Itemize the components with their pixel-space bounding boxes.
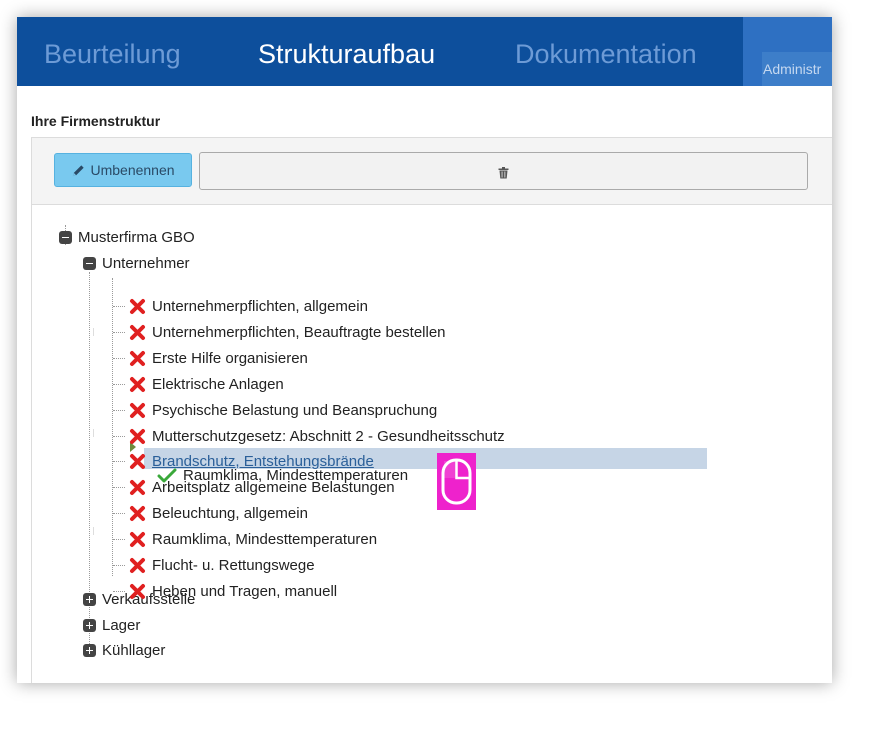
delete-button[interactable]: [199, 152, 808, 190]
tree-line: [113, 436, 125, 437]
tree-line: [113, 565, 125, 566]
delete-mark-icon: [130, 350, 145, 366]
tree-group-kuehllager[interactable]: Kühllager: [83, 640, 165, 660]
tree-item[interactable]: Flucht- u. Rettungswege: [129, 555, 315, 575]
tab-strukturaufbau[interactable]: Strukturaufbau: [258, 38, 435, 70]
tree-item[interactable]: Mutterschutzgesetz: Abschnitt 2 - Gesund…: [129, 426, 505, 446]
tree-item[interactable]: Brandschutz, Entstehungsbrände: [129, 451, 374, 471]
tree-group-lager[interactable]: Lager: [83, 615, 140, 635]
tree-group-label: Unternehmer: [102, 254, 190, 272]
tree-line: [112, 278, 113, 576]
tree-guide-mark: [93, 328, 94, 336]
tree-item[interactable]: Psychische Belastung und Beanspruchung: [129, 400, 437, 420]
tree-item-label: Erste Hilfe organisieren: [152, 349, 308, 367]
tree-item[interactable]: Beleuchtung, allgemein: [129, 503, 308, 523]
tab-dokumentation[interactable]: Dokumentation: [515, 38, 697, 70]
tree-item[interactable]: Arbeitsplatz allgemeine Belastungen: [129, 477, 395, 497]
tree-line: [113, 539, 125, 540]
tree-item-label: Raumklima, Mindesttemperaturen: [152, 530, 378, 548]
delete-mark-icon: [130, 402, 145, 418]
delete-mark-icon: [130, 376, 145, 392]
delete-mark-icon: [130, 505, 145, 521]
tree-item[interactable]: Erste Hilfe organisieren: [129, 348, 308, 368]
tree-item[interactable]: Unternehmerpflichten, allgemein: [129, 296, 368, 316]
expand-icon[interactable]: [83, 643, 96, 657]
tree-item-label: Unternehmerpflichten, allgemein: [152, 297, 368, 315]
pencil-icon: [73, 164, 85, 176]
top-navigation: Beurteilung Strukturaufbau Dokumentation…: [17, 17, 832, 86]
tree-item-label: Brandschutz, Entstehungsbrände: [152, 452, 374, 470]
delete-mark-icon: [130, 557, 145, 573]
toolbar: Umbenennen: [32, 138, 832, 205]
tree-line: [113, 591, 125, 592]
tree-line: [113, 461, 125, 462]
tree-line: [113, 306, 125, 307]
delete-mark-icon: [130, 298, 145, 314]
tab-beurteilung[interactable]: Beurteilung: [44, 38, 181, 70]
tree-guide-mark: [93, 527, 94, 535]
delete-mark-icon: [130, 583, 145, 599]
admin-link[interactable]: Administr: [762, 52, 832, 86]
expand-icon[interactable]: [83, 592, 96, 606]
tree-item-label: Flucht- u. Rettungswege: [152, 556, 315, 574]
tree-item-label: Mutterschutzgesetz: Abschnitt 2 - Gesund…: [152, 427, 505, 445]
rename-button[interactable]: Umbenennen: [54, 153, 192, 187]
tree-item-label: Psychische Belastung und Beanspruchung: [152, 401, 438, 419]
tree-item-label: Beleuchtung, allgemein: [152, 504, 308, 522]
tree-item[interactable]: Unternehmerpflichten, Beauftragte bestel…: [129, 322, 446, 342]
collapse-icon[interactable]: [83, 256, 96, 270]
tree-line: [113, 487, 125, 488]
tree-line: [113, 410, 125, 411]
tree-group-label: Kühllager: [102, 641, 166, 659]
tree-line: [113, 332, 125, 333]
tree-line: [113, 384, 125, 385]
section-title: Ihre Firmenstruktur: [31, 113, 161, 129]
tree-item-label: Heben und Tragen, manuell: [152, 582, 338, 600]
tree-item-label: Unternehmerpflichten, Beauftragte bestel…: [152, 323, 446, 341]
tree-root-label: Musterfirma GBO: [78, 228, 195, 246]
tree-root[interactable]: Musterfirma GBO: [59, 227, 195, 247]
delete-mark-icon: [130, 324, 145, 340]
tree-item-label: Arbeitsplatz allgemeine Belastungen: [152, 478, 395, 496]
tree-guide-mark: [93, 429, 94, 437]
tree-group-label: Lager: [102, 616, 141, 634]
delete-mark-icon: [130, 479, 145, 495]
mouse-cursor-icon: [437, 453, 476, 510]
tree-item[interactable]: Elektrische Anlagen: [129, 374, 284, 394]
expand-icon[interactable]: [83, 618, 96, 632]
tree-line: [113, 358, 125, 359]
tree-item-label: Elektrische Anlagen: [152, 375, 284, 393]
collapse-icon[interactable]: [59, 230, 72, 244]
delete-mark-icon: [130, 531, 145, 547]
tree-group-unternehmer[interactable]: Unternehmer: [83, 253, 190, 273]
delete-mark-icon: [130, 428, 145, 444]
app-window: Beurteilung Strukturaufbau Dokumentation…: [17, 17, 832, 683]
tree-line: [113, 513, 125, 514]
tree-item[interactable]: Heben und Tragen, manuell: [129, 581, 337, 601]
rename-button-label: Umbenennen: [90, 162, 175, 178]
mouse-icon: [441, 458, 472, 505]
delete-mark-icon: [130, 453, 145, 469]
trash-icon: [498, 167, 509, 179]
tree-item[interactable]: Raumklima, Mindesttemperaturen: [129, 529, 377, 549]
